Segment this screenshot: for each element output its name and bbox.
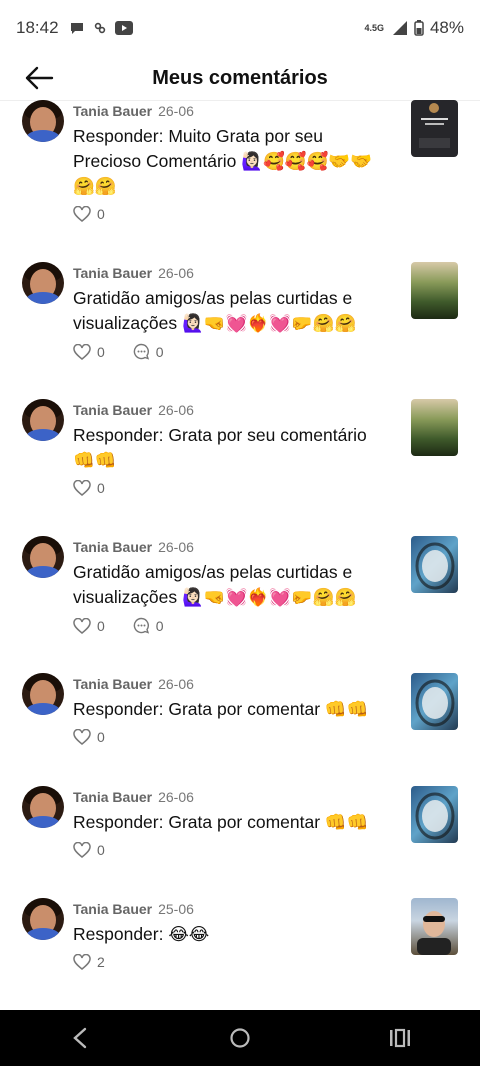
network-type: 4.5G (364, 23, 384, 33)
status-bar: 18:42 4.5G 48% (0, 0, 480, 56)
heart-icon (73, 343, 91, 360)
heart-icon (73, 842, 91, 858)
comment-actions: 0 (73, 842, 105, 858)
heart-icon (73, 617, 91, 634)
avatar[interactable] (22, 898, 64, 940)
avatar[interactable] (22, 100, 64, 142)
video-thumbnail[interactable] (411, 898, 458, 955)
chevron-left-icon (73, 1027, 87, 1049)
comment-text[interactable]: Responder: Muito Grata por seu Precioso … (73, 124, 383, 199)
avatar[interactable] (22, 786, 64, 828)
comment-actions: 0 (73, 729, 105, 745)
page-title: Meus comentários (152, 66, 328, 89)
status-time: 18:42 (16, 18, 59, 37)
comment-meta: Tania Bauer 26-06 (73, 539, 194, 555)
comment-date: 26-06 (158, 402, 194, 418)
comment-text[interactable]: Gratidão amigos/as pelas curtidas e visu… (73, 286, 383, 336)
nav-recents-button[interactable] (370, 1010, 430, 1066)
comment-date: 26-06 (158, 789, 194, 805)
avatar[interactable] (22, 536, 64, 578)
like-button[interactable]: 0 (73, 729, 105, 745)
video-thumbnail[interactable] (411, 673, 458, 730)
app-header: Meus comentários (0, 56, 480, 100)
reply-button[interactable]: 0 (133, 343, 164, 360)
like-count: 0 (97, 842, 105, 858)
signal-icon (392, 21, 407, 35)
video-thumbnail[interactable] (411, 100, 458, 157)
comment-date: 26-06 (158, 676, 194, 692)
like-button[interactable]: 0 (73, 343, 105, 360)
author-name[interactable]: Tania Bauer (73, 901, 152, 917)
like-count: 0 (97, 617, 105, 634)
comment-meta: Tania Bauer 25-06 (73, 901, 194, 917)
comment-actions: 0 (73, 206, 105, 222)
comment-actions: 2 (73, 954, 105, 970)
comment-text[interactable]: Responder: Grata por comentar 👊👊 (73, 810, 383, 835)
like-count: 0 (97, 343, 105, 360)
author-name[interactable]: Tania Bauer (73, 676, 152, 692)
nav-home-button[interactable] (210, 1010, 270, 1066)
comment-icon (133, 343, 149, 360)
author-name[interactable]: Tania Bauer (73, 103, 152, 119)
avatar[interactable] (22, 262, 64, 304)
like-count: 0 (97, 206, 105, 222)
video-thumbnail[interactable] (411, 399, 458, 456)
comment-meta: Tania Bauer 26-06 (73, 789, 194, 805)
comment-meta: Tania Bauer 26-06 (73, 676, 194, 692)
comment-text[interactable]: Gratidão amigos/as pelas curtidas e visu… (73, 560, 383, 610)
like-count: 0 (97, 480, 105, 496)
author-name[interactable]: Tania Bauer (73, 402, 152, 418)
nav-back-button[interactable] (50, 1010, 110, 1066)
comment-date: 26-06 (158, 103, 194, 119)
youtube-icon (114, 21, 133, 35)
comment-text[interactable]: Responder: 😂😂 (73, 922, 383, 947)
like-button[interactable]: 0 (73, 842, 105, 858)
author-name[interactable]: Tania Bauer (73, 789, 152, 805)
comment-meta: Tania Bauer 26-06 (73, 265, 194, 281)
heart-icon (73, 729, 91, 745)
avatar[interactable] (22, 399, 64, 441)
comment-text[interactable]: Responder: Grata por comentar 👊👊 (73, 697, 383, 722)
chat-bubble-icon (70, 23, 83, 34)
comment-text[interactable]: Responder: Grata por seu comentário 👊👊 (73, 423, 383, 473)
recents-icon (390, 1028, 410, 1048)
like-button[interactable]: 0 (73, 480, 105, 496)
battery-percent: 48% (429, 18, 464, 37)
reply-count: 0 (155, 617, 164, 634)
comment-date: 26-06 (158, 265, 194, 281)
comment-meta: Tania Bauer 26-06 (73, 402, 194, 418)
like-button[interactable]: 0 (73, 617, 105, 634)
reply-count: 0 (155, 343, 164, 360)
avatar[interactable] (22, 673, 64, 715)
reply-button[interactable]: 0 (133, 617, 164, 634)
like-button[interactable]: 0 (73, 206, 105, 222)
heart-icon (73, 480, 91, 496)
battery-icon (414, 20, 424, 36)
home-circle-icon (230, 1028, 250, 1048)
comment-actions: 0 (73, 480, 105, 496)
back-button[interactable] (22, 64, 56, 92)
heart-icon (73, 206, 91, 222)
video-thumbnail[interactable] (411, 536, 458, 593)
video-thumbnail[interactable] (411, 262, 458, 319)
comments-list[interactable]: Tania Bauer 26-06 Responder: Muito Grata … (0, 100, 480, 1010)
comment-meta: Tania Bauer 26-06 (73, 103, 194, 119)
author-name[interactable]: Tania Bauer (73, 265, 152, 281)
system-nav-bar (0, 1010, 480, 1066)
author-name[interactable]: Tania Bauer (73, 539, 152, 555)
app-notification-icon (94, 22, 105, 34)
like-count: 0 (97, 729, 105, 745)
comment-date: 26-06 (158, 539, 194, 555)
like-button[interactable]: 2 (73, 954, 105, 970)
comment-icon (133, 617, 149, 634)
like-count: 2 (97, 954, 105, 970)
arrow-left-icon (25, 66, 54, 90)
heart-icon (73, 954, 91, 970)
comment-date: 25-06 (158, 901, 194, 917)
comment-actions: 0 0 (73, 617, 164, 634)
comment-actions: 0 0 (73, 343, 164, 360)
video-thumbnail[interactable] (411, 786, 458, 843)
